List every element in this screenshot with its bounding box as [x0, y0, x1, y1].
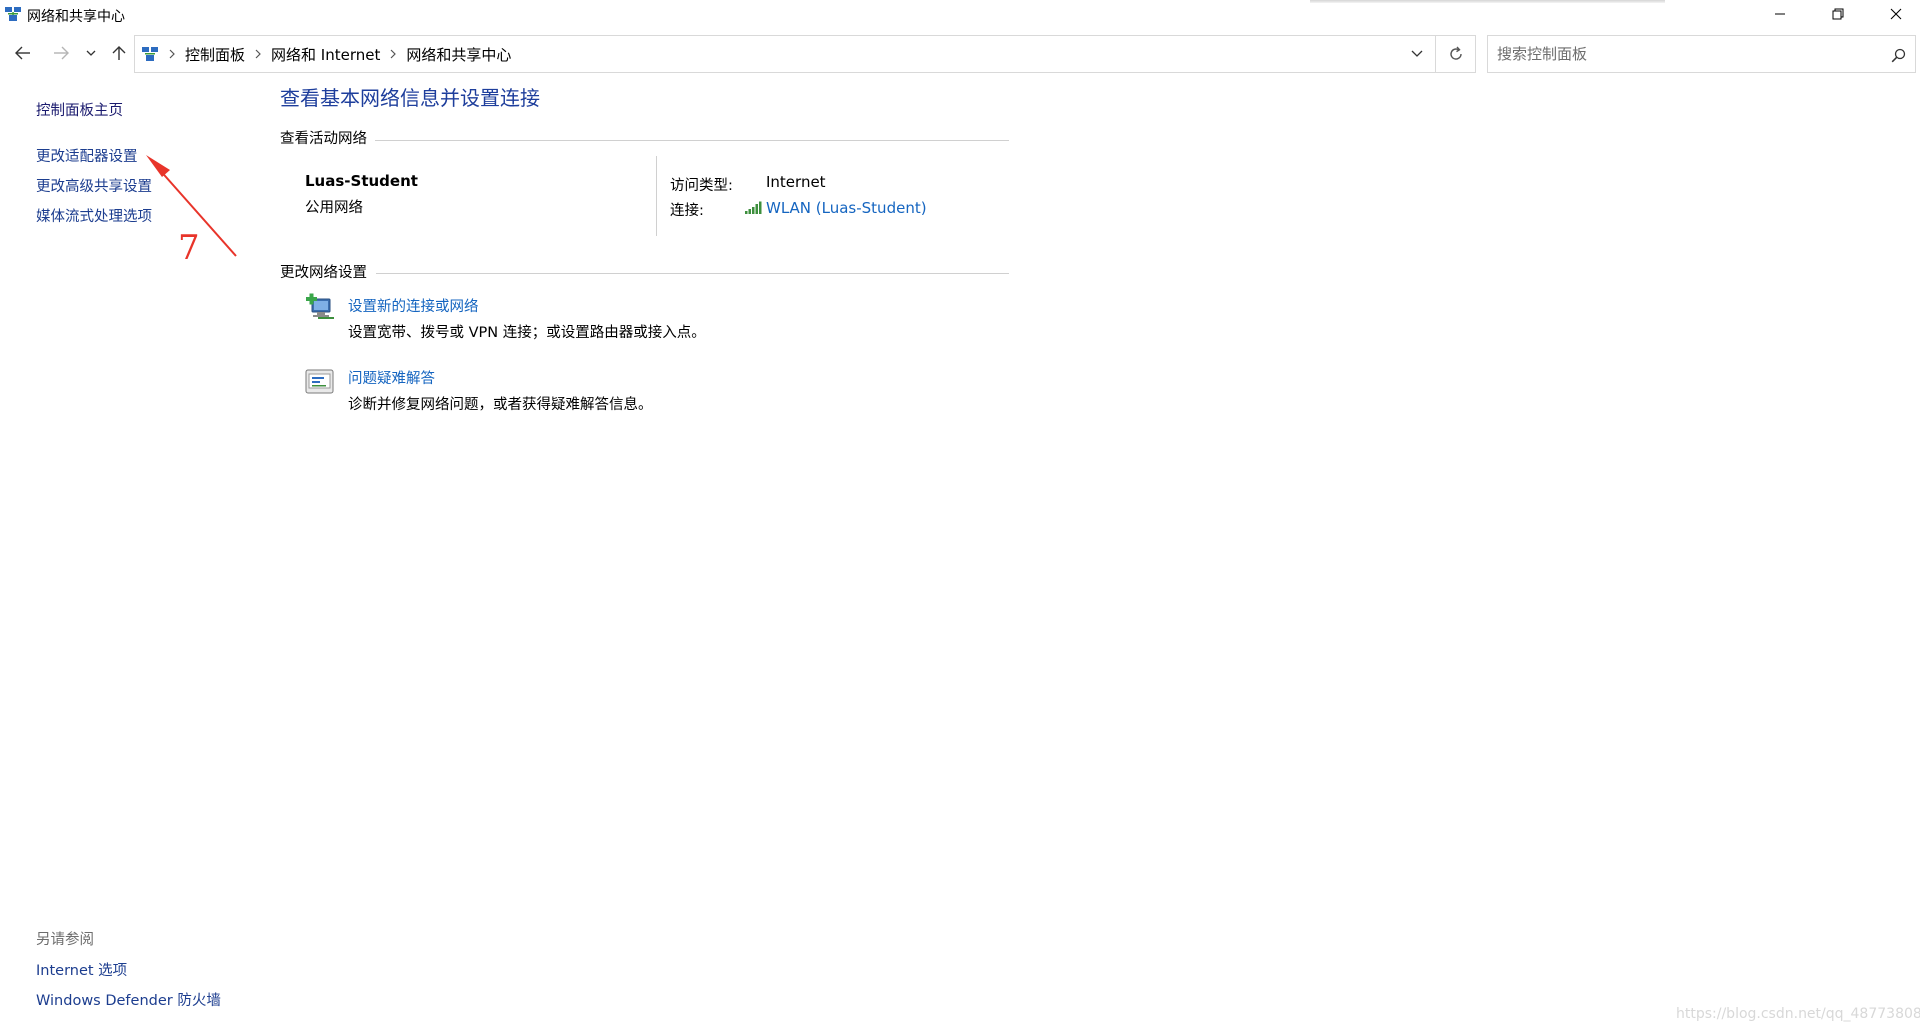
network-sharing-center-icon: [142, 47, 158, 61]
chevron-right-icon: [169, 49, 175, 59]
title-bar: 网络和共享中心: [0, 0, 1920, 28]
breadcrumb-item-network-internet[interactable]: 网络和 Internet: [271, 44, 380, 65]
section-divider: [375, 140, 1009, 141]
forward-arrow-icon: [54, 46, 69, 60]
search-input[interactable]: [1488, 36, 1873, 72]
page-title: 查看基本网络信息并设置连接: [280, 86, 540, 110]
search-button[interactable]: [1887, 44, 1909, 66]
setup-new-connection-link[interactable]: 设置新的连接或网络: [348, 295, 479, 316]
up-button[interactable]: [106, 40, 132, 66]
forward-button[interactable]: [48, 40, 74, 66]
connection-value[interactable]: WLAN (Luas-Student): [766, 199, 927, 217]
address-bar[interactable]: 控制面板 网络和 Internet 网络和共享中心: [134, 35, 1476, 73]
chevron-down-icon: [86, 50, 96, 56]
chevron-down-icon: [1411, 50, 1423, 57]
close-button[interactable]: [1867, 0, 1920, 28]
access-type-label: 访问类型:: [670, 178, 733, 194]
sidebar-item-control-panel-home[interactable]: 控制面板主页: [36, 99, 123, 120]
breadcrumb-separator[interactable]: [255, 49, 261, 59]
network-category[interactable]: 公用网络: [305, 196, 363, 217]
search-box: [1487, 35, 1916, 73]
search-icon: [1891, 48, 1905, 62]
restore-icon: [1832, 8, 1844, 20]
window-title: 网络和共享中心: [27, 9, 125, 25]
annotation-arrow: [146, 155, 237, 257]
minimize-button[interactable]: [1751, 0, 1809, 28]
breadcrumb-item-network-sharing-center[interactable]: 网络和共享中心: [406, 44, 511, 65]
sidebar-item-change-adapter-settings[interactable]: 更改适配器设置: [36, 145, 138, 166]
close-icon: [1890, 8, 1902, 20]
troubleshoot-problems-description: 诊断并修复网络问题，或者获得疑难解答信息。: [348, 397, 653, 413]
annotation-step-number: 7: [178, 228, 200, 268]
wlan-connection-link[interactable]: WLAN (Luas-Student): [744, 197, 927, 219]
address-history-dropdown[interactable]: [1399, 36, 1435, 72]
troubleshoot-problems-link[interactable]: 问题疑难解答: [348, 367, 435, 388]
overlay-shadow: [1310, 0, 1665, 3]
restore-button[interactable]: [1809, 0, 1867, 28]
recent-locations-button[interactable]: [80, 40, 102, 66]
sidebar-item-advanced-sharing-settings[interactable]: 更改高级共享设置: [36, 175, 152, 196]
navigation-bar: 控制面板 网络和 Internet 网络和共享中心: [0, 32, 1920, 74]
back-button[interactable]: [10, 40, 36, 66]
connection-label: 连接:: [670, 203, 704, 219]
watermark: https://blog.csdn.net/qq_48773808: [1676, 1006, 1920, 1022]
access-type-value: Internet: [766, 173, 826, 191]
see-also-heading: 另请参阅: [36, 932, 94, 948]
network-sharing-center-icon: [5, 7, 21, 21]
breadcrumb-separator[interactable]: [169, 49, 175, 59]
network-info-divider: [656, 156, 657, 236]
sidebar-item-media-streaming-options[interactable]: 媒体流式处理选项: [36, 205, 152, 226]
chevron-right-icon: [255, 49, 261, 59]
troubleshoot-icon: [305, 369, 334, 394]
breadcrumb-item-control-panel[interactable]: 控制面板: [185, 44, 245, 65]
active-networks-heading: 查看活动网络: [280, 131, 367, 147]
breadcrumb: 控制面板 网络和 Internet 网络和共享中心: [139, 36, 511, 72]
setup-new-connection-description: 设置宽带、拨号或 VPN 连接；或设置路由器或接入点。: [348, 325, 706, 341]
new-connection-icon: [306, 293, 334, 319]
see-also-internet-options[interactable]: Internet 选项: [36, 959, 127, 980]
refresh-button[interactable]: [1435, 36, 1475, 72]
change-network-settings-heading: 更改网络设置: [280, 265, 367, 281]
breadcrumb-separator[interactable]: [390, 49, 397, 59]
wifi-signal-icon: [745, 201, 762, 214]
minimize-icon: [1775, 13, 1785, 15]
see-also-windows-defender-firewall[interactable]: Windows Defender 防火墙: [36, 989, 221, 1010]
network-name: Luas-Student: [305, 172, 418, 190]
refresh-icon: [1449, 46, 1462, 60]
section-divider: [376, 273, 1009, 274]
back-arrow-icon: [15, 46, 30, 60]
up-arrow-icon: [112, 46, 126, 60]
chevron-right-icon: [390, 49, 397, 59]
